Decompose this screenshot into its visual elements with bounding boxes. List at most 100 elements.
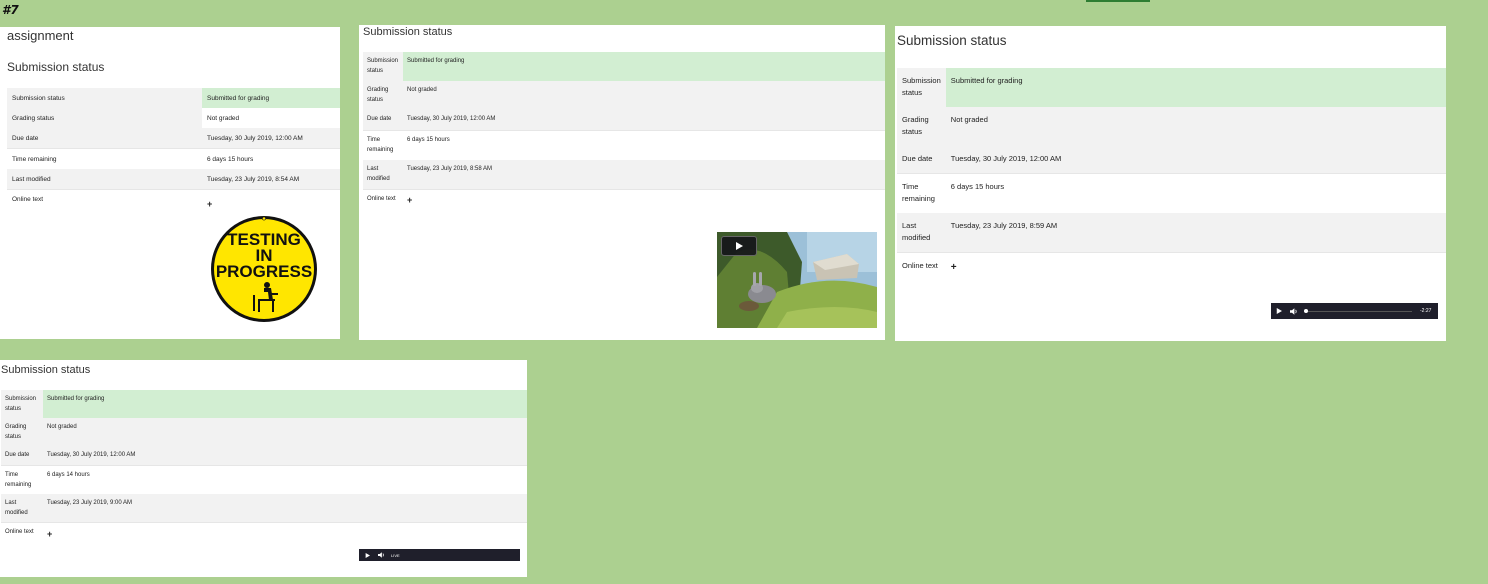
row-label: Grading status (363, 81, 403, 110)
volume-button[interactable] (1287, 307, 1301, 315)
row-label: Submission status (363, 52, 403, 81)
expand-plus-icon[interactable]: + (951, 262, 957, 274)
row-value: Not graded (403, 81, 885, 110)
submission-status-table: Submission status Submitted for grading … (1, 390, 527, 545)
row-value: Submitted for grading (43, 390, 527, 418)
row-value: Tuesday, 23 July 2019, 8:58 AM (403, 160, 885, 190)
row-value: 6 days 14 hours (43, 465, 527, 494)
play-button[interactable] (359, 552, 375, 558)
row-time-remaining: Time remaining 6 days 15 hours (363, 130, 885, 160)
row-submission-status: Submission status Submitted for grading (1, 390, 527, 418)
row-time-remaining: Time remaining 6 days 15 hours (897, 173, 1446, 213)
audio-player[interactable]: -2:27 (1271, 303, 1438, 319)
page-label: #7 (2, 3, 19, 17)
testing-in-progress-image: TESTING IN PROGRESS (211, 216, 317, 322)
expand-plus-icon[interactable]: + (207, 199, 212, 209)
row-value: 6 days 15 hours (202, 148, 340, 169)
row-submission-status: Submission status Submitted for grading (897, 68, 1446, 107)
volume-button[interactable] (375, 552, 387, 558)
expand-plus-icon[interactable]: + (407, 195, 412, 205)
row-label: Online text (7, 189, 202, 209)
row-label: Time remaining (363, 130, 403, 160)
row-online-text: Online text + (1, 522, 527, 545)
row-online-text: Online text + (897, 252, 1446, 281)
row-time-remaining: Time remaining 6 days 14 hours (1, 465, 527, 494)
submission-status-table: Submission status Submitted for grading … (363, 52, 885, 211)
section-title: Submission status (7, 60, 105, 74)
row-online-text: Online text + (7, 189, 340, 209)
row-label: Last modified (7, 169, 202, 190)
row-value: Tuesday, 30 July 2019, 12:00 AM (403, 110, 885, 131)
svg-text:PROGRESS: PROGRESS (216, 262, 312, 281)
row-value: Tuesday, 23 July 2019, 8:54 AM (202, 169, 340, 190)
play-button[interactable] (1271, 308, 1287, 314)
row-label: Online text (1, 522, 43, 545)
row-label: Submission status (897, 68, 946, 107)
row-online-text: Online text + (363, 189, 885, 211)
seek-bar[interactable] (1304, 308, 1412, 313)
row-value: Tuesday, 30 July 2019, 12:00 AM (945, 146, 1446, 174)
row-value: Tuesday, 30 July 2019, 12:00 AM (202, 128, 340, 149)
section-title: Submission status (363, 26, 453, 38)
row-label: Time remaining (1, 465, 43, 494)
row-grading-status: Grading status Not graded (1, 418, 527, 446)
live-indicator: LIVE (391, 552, 400, 558)
row-label: Due date (897, 146, 946, 174)
row-label: Grading status (7, 108, 202, 128)
row-label: Time remaining (897, 173, 946, 213)
row-value: 6 days 15 hours (403, 130, 885, 160)
submission-panel-live-audio: Submission status Submission status Subm… (0, 360, 527, 577)
row-last-modified: Last modified Tuesday, 23 July 2019, 8:5… (7, 169, 340, 190)
row-label: Grading status (897, 107, 946, 146)
expand-plus-icon[interactable]: + (47, 529, 52, 539)
row-label: Due date (7, 128, 202, 149)
row-value: Submitted for grading (202, 88, 340, 108)
row-submission-status: Submission status Submitted for grading (7, 88, 340, 108)
row-value: Not graded (945, 107, 1446, 146)
row-label: Submission status (7, 88, 202, 108)
video-player[interactable] (717, 232, 877, 328)
row-last-modified: Last modified Tuesday, 23 July 2019, 8:5… (363, 160, 885, 190)
row-due-date: Due date Tuesday, 30 July 2019, 12:00 AM (363, 110, 885, 131)
submission-status-table: Submission status Submitted for grading … (7, 88, 340, 209)
row-due-date: Due date Tuesday, 30 July 2019, 12:00 AM (1, 446, 527, 466)
play-button[interactable] (721, 236, 757, 256)
row-value: Submitted for grading (403, 52, 885, 81)
live-audio-player[interactable]: LIVE (359, 549, 520, 561)
row-label: Last modified (897, 213, 946, 253)
row-label: Online text (363, 189, 403, 211)
page-heading: assignment (7, 28, 74, 43)
seek-handle[interactable] (1304, 308, 1308, 313)
row-label: Online text (897, 252, 946, 281)
row-grading-status: Grading status Not graded (897, 107, 1446, 146)
row-last-modified: Last modified Tuesday, 23 July 2019, 9:0… (1, 494, 527, 523)
time-remaining-display: -2:27 (1420, 308, 1432, 314)
submission-panel-audio: Submission status Submission status Subm… (895, 26, 1446, 341)
section-title: Submission status (1, 364, 91, 376)
row-value: Not graded (202, 108, 340, 128)
submission-panel-image: assignment Submission status Submission … (0, 27, 340, 339)
play-icon (1276, 308, 1282, 314)
section-title: Submission status (897, 33, 1007, 48)
row-label: Submission status (1, 390, 43, 418)
row-label: Due date (363, 110, 403, 131)
row-value: Submitted for grading (945, 68, 1446, 107)
row-label: Time remaining (7, 148, 202, 169)
play-icon (736, 242, 743, 250)
row-label: Due date (1, 446, 43, 466)
row-submission-status: Submission status Submitted for grading (363, 52, 885, 81)
row-due-date: Due date Tuesday, 30 July 2019, 12:00 AM (897, 146, 1446, 174)
submission-status-table: Submission status Submitted for grading … (897, 68, 1446, 281)
row-label: Last modified (363, 160, 403, 190)
row-label: Last modified (1, 494, 43, 523)
row-label: Grading status (1, 418, 43, 446)
row-grading-status: Grading status Not graded (363, 81, 885, 110)
row-value: Tuesday, 23 July 2019, 8:59 AM (945, 213, 1446, 253)
row-grading-status: Grading status Not graded (7, 108, 340, 128)
row-value: Tuesday, 30 July 2019, 12:00 AM (43, 446, 527, 466)
row-value: Tuesday, 23 July 2019, 9:00 AM (43, 494, 527, 523)
row-time-remaining: Time remaining 6 days 15 hours (7, 148, 340, 169)
row-value: Not graded (43, 418, 527, 446)
volume-icon (1290, 307, 1297, 315)
play-icon (365, 552, 370, 558)
